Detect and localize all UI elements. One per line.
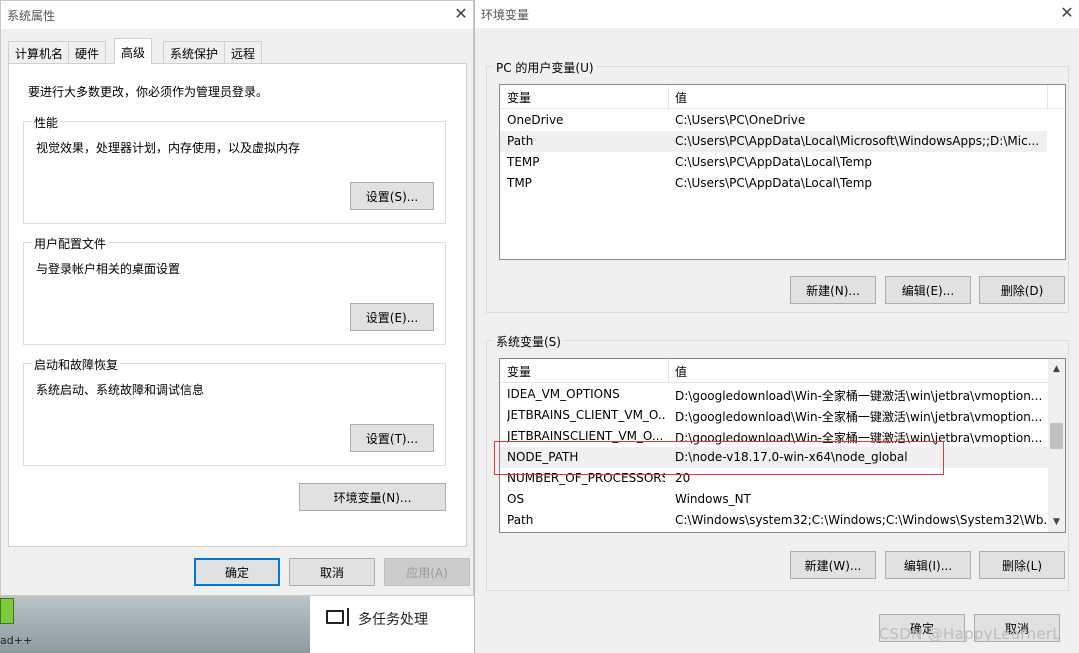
- var-value: D:\googledownload\Win-全家桶一键激活\win\jetbra…: [675, 389, 1043, 403]
- var-name: OS: [507, 492, 525, 506]
- var-name: JETBRAINS_CLIENT_VM_O...: [507, 408, 665, 422]
- user-delete-button[interactable]: 删除(D): [979, 276, 1065, 304]
- system-properties-window: 系统属性 ✕ 计算机名 硬件 高级 系统保护 远程 要进行大多数更改，你必须作为…: [0, 0, 474, 596]
- var-name: Path: [507, 134, 534, 148]
- window-title: 环境变量: [481, 8, 530, 22]
- scroll-up-icon[interactable]: ▲: [1048, 361, 1065, 378]
- tab-computer-name[interactable]: 计算机名: [8, 41, 71, 63]
- system-new-button[interactable]: 新建(W)...: [790, 551, 876, 579]
- group-desc: 与登录帐户相关的桌面设置: [36, 262, 181, 276]
- var-value: C:\Users\PC\AppData\Local\Temp: [675, 155, 873, 169]
- list-item[interactable]: TMP C:\Users\PC\AppData\Local\Temp: [500, 173, 1065, 194]
- startup-recovery-group: 启动和故障恢复 系统启动、系统故障和调试信息 设置(T)...: [23, 356, 446, 466]
- list-item-selected[interactable]: Path C:\Users\PC\AppData\Local\Microsoft…: [500, 131, 1047, 152]
- apply-button[interactable]: 应用(A): [384, 558, 470, 586]
- close-icon[interactable]: ✕: [1057, 3, 1077, 23]
- list-item[interactable]: TEMP C:\Users\PC\AppData\Local\Temp: [500, 152, 1065, 173]
- section-title: 系统变量(S): [494, 333, 563, 350]
- user-edit-button[interactable]: 编辑(E)...: [885, 276, 971, 304]
- list-item[interactable]: Path C:\Windows\system32;C:\Windows;C:\W…: [500, 510, 1065, 531]
- var-value: C:\Windows\system32;C:\Windows;C:\Window…: [675, 513, 1047, 527]
- system-edit-button[interactable]: 编辑(I)...: [885, 551, 971, 579]
- environment-variables-window: 环境变量 ✕ PC 的用户变量(U) 变量 值 OneDrive C:\User…: [474, 0, 1079, 653]
- watermark: CSDN @HappyLearnerL: [878, 625, 1061, 643]
- column-header-value[interactable]: 值: [675, 363, 687, 380]
- list-item[interactable]: IDEA_VM_OPTIONS D:\googledownload\Win-全家…: [500, 384, 1065, 405]
- var-name: TEMP: [507, 155, 540, 169]
- var-name: IDEA_VM_OPTIONS: [507, 387, 620, 401]
- section-title: PC 的用户变量(U): [494, 59, 596, 76]
- column-header-variable[interactable]: 变量: [507, 89, 531, 106]
- column-divider[interactable]: [668, 85, 669, 109]
- group-title: 启动和故障恢复: [32, 356, 121, 373]
- user-variables-list[interactable]: 变量 值 OneDrive C:\Users\PC\OneDrive Path …: [499, 84, 1066, 260]
- taskbar-label: ad++: [0, 634, 33, 647]
- performance-settings-button[interactable]: 设置(S)...: [350, 182, 434, 210]
- system-delete-button[interactable]: 删除(L): [979, 551, 1065, 579]
- tab-system-protection[interactable]: 系统保护: [163, 41, 226, 63]
- environment-variables-button[interactable]: 环境变量(N)...: [299, 483, 446, 511]
- var-name: TMP: [507, 176, 532, 190]
- list-header: 变量 值: [500, 85, 1065, 109]
- scroll-down-icon[interactable]: ▼: [1048, 514, 1065, 531]
- group-desc: 系统启动、系统故障和调试信息: [36, 383, 205, 397]
- tab-hardware[interactable]: 硬件: [68, 41, 107, 63]
- list-item[interactable]: JETBRAINS_CLIENT_VM_O... D:\googledownlo…: [500, 405, 1065, 426]
- var-value: C:\Users\PC\AppData\Local\Microsoft\Wind…: [675, 134, 1040, 148]
- group-title: 性能: [32, 114, 61, 131]
- group-title: 用户配置文件: [32, 235, 109, 252]
- window-title: 系统属性: [7, 9, 56, 23]
- group-desc: 视觉效果，处理器计划，内存使用，以及虚拟内存: [36, 141, 301, 155]
- desktop-background: ad++: [0, 596, 310, 653]
- user-new-button[interactable]: 新建(N)...: [790, 276, 876, 304]
- startup-recovery-settings-button[interactable]: 设置(T)...: [350, 424, 434, 452]
- column-divider[interactable]: [668, 359, 669, 383]
- cancel-button[interactable]: 取消: [289, 558, 375, 586]
- multitask-panel[interactable]: 多任务处理: [310, 596, 474, 653]
- highlight-box: [494, 441, 944, 475]
- list-item[interactable]: OneDrive C:\Users\PC\OneDrive: [500, 110, 1065, 131]
- var-value: D:\googledownload\Win-全家桶一键激活\win\jetbra…: [675, 410, 1043, 424]
- close-icon[interactable]: ✕: [451, 4, 471, 24]
- vertical-scrollbar[interactable]: ▲ ▼: [1048, 359, 1065, 532]
- notepad-plus-plus-icon[interactable]: [0, 598, 14, 624]
- var-name: OneDrive: [507, 113, 564, 127]
- var-name: Path: [507, 513, 534, 527]
- user-profiles-group: 用户配置文件 与登录帐户相关的桌面设置 设置(E)...: [23, 235, 446, 345]
- advanced-tab-panel: 要进行大多数更改，你必须作为管理员登录。 性能 视觉效果，处理器计划，内存使用，…: [8, 63, 467, 547]
- performance-group: 性能 视觉效果，处理器计划，内存使用，以及虚拟内存 设置(S)...: [23, 114, 446, 224]
- titlebar[interactable]: 系统属性 ✕: [1, 1, 473, 29]
- admin-note: 要进行大多数更改，你必须作为管理员登录。: [28, 85, 269, 99]
- scroll-thumb[interactable]: [1050, 423, 1063, 449]
- user-profiles-settings-button[interactable]: 设置(E)...: [350, 303, 434, 331]
- list-item[interactable]: OS Windows_NT: [500, 489, 1065, 510]
- column-header-variable[interactable]: 变量: [507, 363, 531, 380]
- multitask-label: 多任务处理: [358, 612, 428, 628]
- ok-button[interactable]: 确定: [194, 558, 280, 586]
- multitask-icon: [326, 608, 349, 626]
- var-value: C:\Users\PC\AppData\Local\Temp: [675, 176, 873, 190]
- var-value: C:\Users\PC\OneDrive: [675, 113, 806, 127]
- var-value: Windows_NT: [675, 492, 751, 506]
- tab-remote[interactable]: 远程: [224, 41, 263, 63]
- column-divider[interactable]: [1047, 85, 1048, 109]
- list-header: 变量 值: [500, 359, 1065, 383]
- titlebar[interactable]: 环境变量 ✕: [475, 0, 1079, 28]
- tab-advanced[interactable]: 高级: [114, 38, 153, 64]
- column-header-value[interactable]: 值: [675, 89, 687, 106]
